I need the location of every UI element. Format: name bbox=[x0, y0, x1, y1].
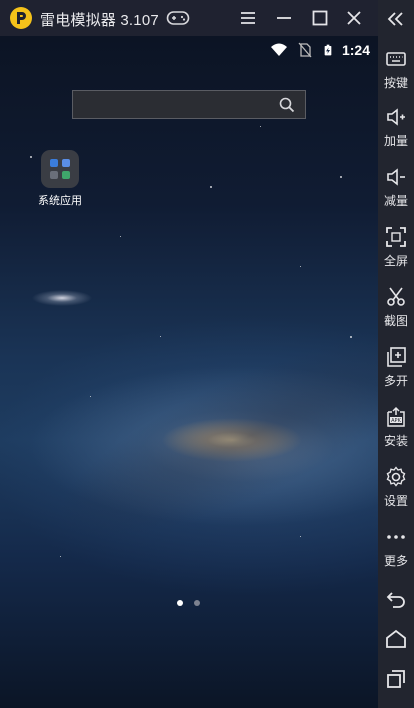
keys-button[interactable]: 按键 bbox=[378, 48, 414, 91]
home-button[interactable] bbox=[378, 628, 414, 650]
app-mini-icon bbox=[50, 171, 58, 179]
no-sim-icon bbox=[298, 42, 312, 58]
close-button[interactable] bbox=[342, 6, 366, 30]
install-label: 安装 bbox=[383, 434, 408, 448]
scissors-icon bbox=[387, 287, 405, 306]
star bbox=[350, 336, 352, 338]
back-button[interactable] bbox=[378, 588, 414, 610]
emulator-window: 雷电模拟器 3.107 1:24 系统应用 按键 加量 减量 全屏 截图 多开 … bbox=[0, 0, 414, 708]
settings-label: 设置 bbox=[383, 494, 408, 508]
star bbox=[340, 176, 342, 178]
star bbox=[160, 336, 161, 337]
star bbox=[300, 266, 301, 267]
fullscreen-label: 全屏 bbox=[383, 254, 408, 268]
double-chevron-left-icon bbox=[387, 12, 403, 26]
galaxy-wallpaper bbox=[33, 295, 378, 577]
android-screen[interactable]: 1:24 系统应用 bbox=[0, 36, 378, 708]
apk-install-icon: APK bbox=[387, 406, 405, 427]
install-apk-button[interactable]: APK 安装 bbox=[378, 406, 414, 449]
menu-button[interactable] bbox=[236, 6, 260, 30]
volume-down-label: 减量 bbox=[383, 194, 408, 208]
side-toolbar: 按键 加量 减量 全屏 截图 多开 APK 安装 设置 更多 bbox=[378, 0, 414, 708]
search-input[interactable] bbox=[81, 95, 271, 115]
recent-apps-button[interactable] bbox=[378, 668, 414, 690]
fullscreen-icon bbox=[386, 227, 406, 247]
settings-button[interactable]: 设置 bbox=[378, 466, 414, 509]
multi-open-label: 多开 bbox=[383, 374, 408, 388]
volume-down-icon bbox=[387, 168, 405, 186]
back-arrow-icon bbox=[386, 592, 405, 608]
star bbox=[120, 236, 121, 237]
star bbox=[30, 156, 32, 158]
minimize-icon bbox=[277, 17, 291, 19]
more-dots-icon bbox=[387, 535, 405, 539]
clock: 1:24 bbox=[341, 42, 370, 58]
star bbox=[260, 126, 261, 127]
minimize-button[interactable] bbox=[272, 6, 296, 30]
folder-label: 系统应用 bbox=[38, 195, 82, 207]
title-bar: 雷电模拟器 3.107 bbox=[0, 0, 414, 36]
gamepad-icon[interactable] bbox=[166, 9, 190, 27]
screenshot-label: 截图 bbox=[383, 314, 408, 328]
page-dot-active[interactable] bbox=[177, 600, 183, 606]
screenshot-button[interactable]: 截图 bbox=[378, 286, 414, 329]
more-button[interactable]: 更多 bbox=[378, 526, 414, 569]
ldplayer-logo-icon bbox=[10, 7, 32, 29]
multi-instance-icon bbox=[387, 347, 406, 367]
star bbox=[60, 556, 61, 557]
maximize-icon bbox=[312, 10, 328, 26]
volume-up-label: 加量 bbox=[383, 134, 408, 148]
star bbox=[300, 536, 301, 537]
fullscreen-button[interactable]: 全屏 bbox=[378, 226, 414, 269]
volume-up-button[interactable]: 加量 bbox=[378, 106, 414, 149]
recent-apps-icon bbox=[387, 670, 405, 688]
more-label: 更多 bbox=[383, 554, 408, 568]
keyboard-icon bbox=[386, 52, 406, 66]
status-bar: 1:24 bbox=[270, 40, 370, 60]
app-mini-icon bbox=[62, 159, 70, 167]
maximize-button[interactable] bbox=[308, 6, 332, 30]
volume-down-button[interactable]: 减量 bbox=[378, 166, 414, 209]
star bbox=[210, 186, 212, 188]
collapse-button[interactable] bbox=[378, 8, 414, 30]
home-icon bbox=[386, 629, 406, 648]
gear-icon bbox=[386, 466, 406, 487]
keys-label: 按键 bbox=[383, 76, 408, 90]
volume-up-icon bbox=[387, 108, 405, 126]
multi-open-button[interactable]: 多开 bbox=[378, 346, 414, 389]
app-mini-icon bbox=[50, 159, 58, 167]
menu-icon bbox=[241, 12, 255, 24]
app-title: 雷电模拟器 3.107 bbox=[40, 12, 159, 29]
folder-icon bbox=[41, 150, 79, 188]
system-apps-folder[interactable]: 系统应用 bbox=[38, 150, 82, 207]
wifi-icon bbox=[270, 43, 287, 56]
page-dot[interactable] bbox=[194, 600, 200, 606]
close-icon bbox=[347, 11, 361, 25]
star bbox=[90, 396, 91, 397]
search-icon[interactable] bbox=[279, 97, 295, 113]
svg-text:APK: APK bbox=[391, 418, 401, 424]
battery-charging-icon bbox=[324, 44, 332, 56]
app-mini-icon bbox=[62, 171, 70, 179]
search-bar[interactable] bbox=[72, 90, 306, 119]
